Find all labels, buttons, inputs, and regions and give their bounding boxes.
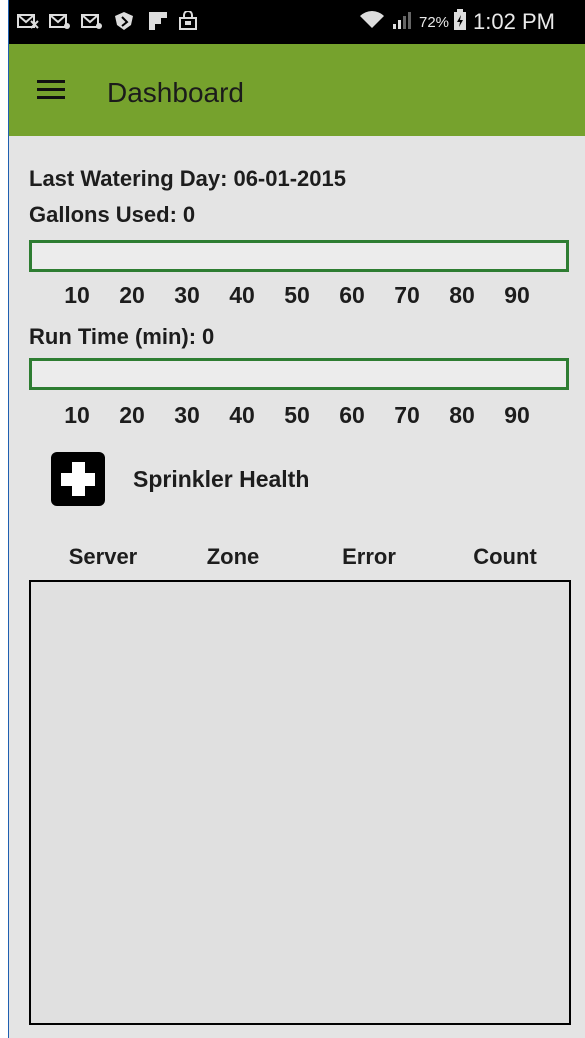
- scale-tick-label: 30: [174, 402, 200, 428]
- mail-icon: [49, 10, 71, 32]
- scale-tick-label: 90: [504, 282, 530, 308]
- gallons-scale: 10 20 30 40 50 60 70 80 90: [29, 282, 569, 310]
- gallons-progress-bar: [29, 240, 569, 272]
- gallons-value: 0: [182, 202, 196, 227]
- scale-tick-label: 40: [229, 402, 255, 428]
- scale-tick-label: 20: [119, 402, 145, 428]
- scale-tick-label: 40: [229, 282, 255, 308]
- scale-tick-label: 80: [449, 402, 475, 428]
- health-table-header: Server Zone Error Count: [9, 544, 585, 574]
- last-watering-label: Last Watering Day:: [29, 166, 228, 191]
- column-header-zone: Zone: [206, 544, 260, 569]
- runtime-value: 0: [202, 324, 215, 349]
- scale-tick-label: 50: [284, 282, 310, 308]
- status-bar: 72% 1:02 PM: [9, 0, 585, 44]
- store-bag-icon: [177, 10, 199, 32]
- scale-tick-label: 90: [504, 402, 530, 428]
- clock: 1:02 PM: [473, 9, 555, 34]
- health-table-list[interactable]: [29, 580, 571, 1025]
- scale-tick-label: 10: [64, 282, 90, 308]
- runtime-progress-bar: [29, 358, 569, 390]
- shield-icon: [113, 10, 135, 32]
- scale-tick-label: 30: [174, 282, 200, 308]
- scale-tick-label: 10: [64, 402, 90, 428]
- signal-icon: [391, 10, 413, 35]
- battery-percent: 72%: [419, 13, 450, 31]
- gallons-row: Gallons Used: 0: [29, 202, 195, 228]
- first-aid-icon: [51, 452, 105, 506]
- runtime-label: Run Time (min):: [29, 324, 197, 349]
- page-title: Dashboard: [107, 77, 244, 108]
- scale-tick-label: 70: [394, 282, 420, 308]
- hamburger-menu-icon[interactable]: [33, 74, 69, 104]
- scale-tick-label: 60: [339, 282, 365, 308]
- flipboard-icon: [147, 10, 169, 32]
- app-bar: Dashboard: [9, 44, 585, 136]
- column-header-server: Server: [68, 544, 138, 569]
- scale-tick-label: 70: [394, 402, 420, 428]
- sprinkler-health-label: Sprinkler Health: [133, 465, 310, 492]
- mail-icon: [81, 10, 103, 32]
- last-watering-row: Last Watering Day: 06-01-2015: [29, 166, 346, 192]
- gallons-label: Gallons Used:: [29, 202, 177, 227]
- scale-tick-label: 50: [284, 402, 310, 428]
- runtime-row: Run Time (min): 0: [29, 324, 214, 350]
- column-header-error: Error: [342, 544, 396, 569]
- column-header-count: Count: [473, 544, 537, 569]
- sprinkler-health-header: Sprinkler Health: [51, 452, 309, 506]
- scale-tick-label: 20: [119, 282, 145, 308]
- last-watering-value: 06-01-2015: [233, 166, 346, 191]
- scale-tick-label: 60: [339, 402, 365, 428]
- phone-screen: 72% 1:02 PM Dashboard Last Watering Day:…: [8, 0, 585, 1038]
- runtime-scale: 10 20 30 40 50 60 70 80 90: [29, 402, 569, 430]
- scale-tick-label: 80: [449, 282, 475, 308]
- battery-icon: [453, 8, 467, 36]
- mail-x-icon: [17, 10, 39, 32]
- wifi-icon: [359, 10, 385, 35]
